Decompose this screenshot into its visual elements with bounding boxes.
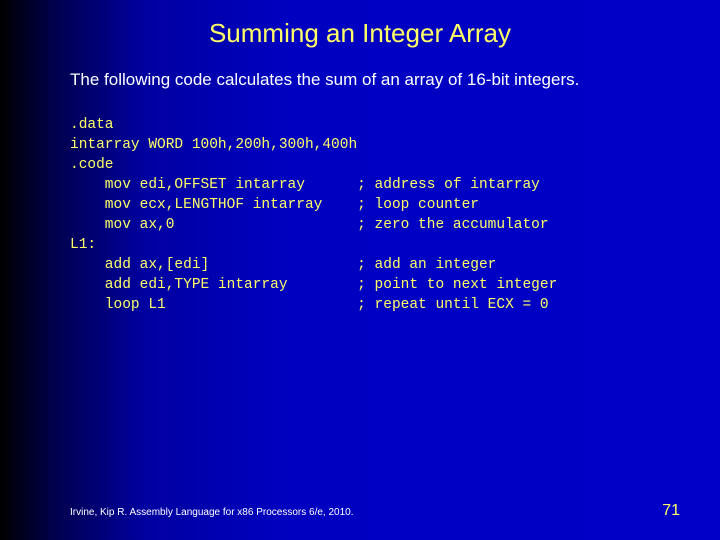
slide-content: The following code calculates the sum of… — [0, 49, 720, 315]
page-number: 71 — [662, 502, 680, 520]
intro-text: The following code calculates the sum of… — [70, 69, 660, 91]
code-block: .data intarray WORD 100h,200h,300h,400h … — [70, 115, 660, 315]
footer-citation: Irvine, Kip R. Assembly Language for x86… — [70, 507, 354, 518]
slide-title: Summing an Integer Array — [0, 0, 720, 49]
